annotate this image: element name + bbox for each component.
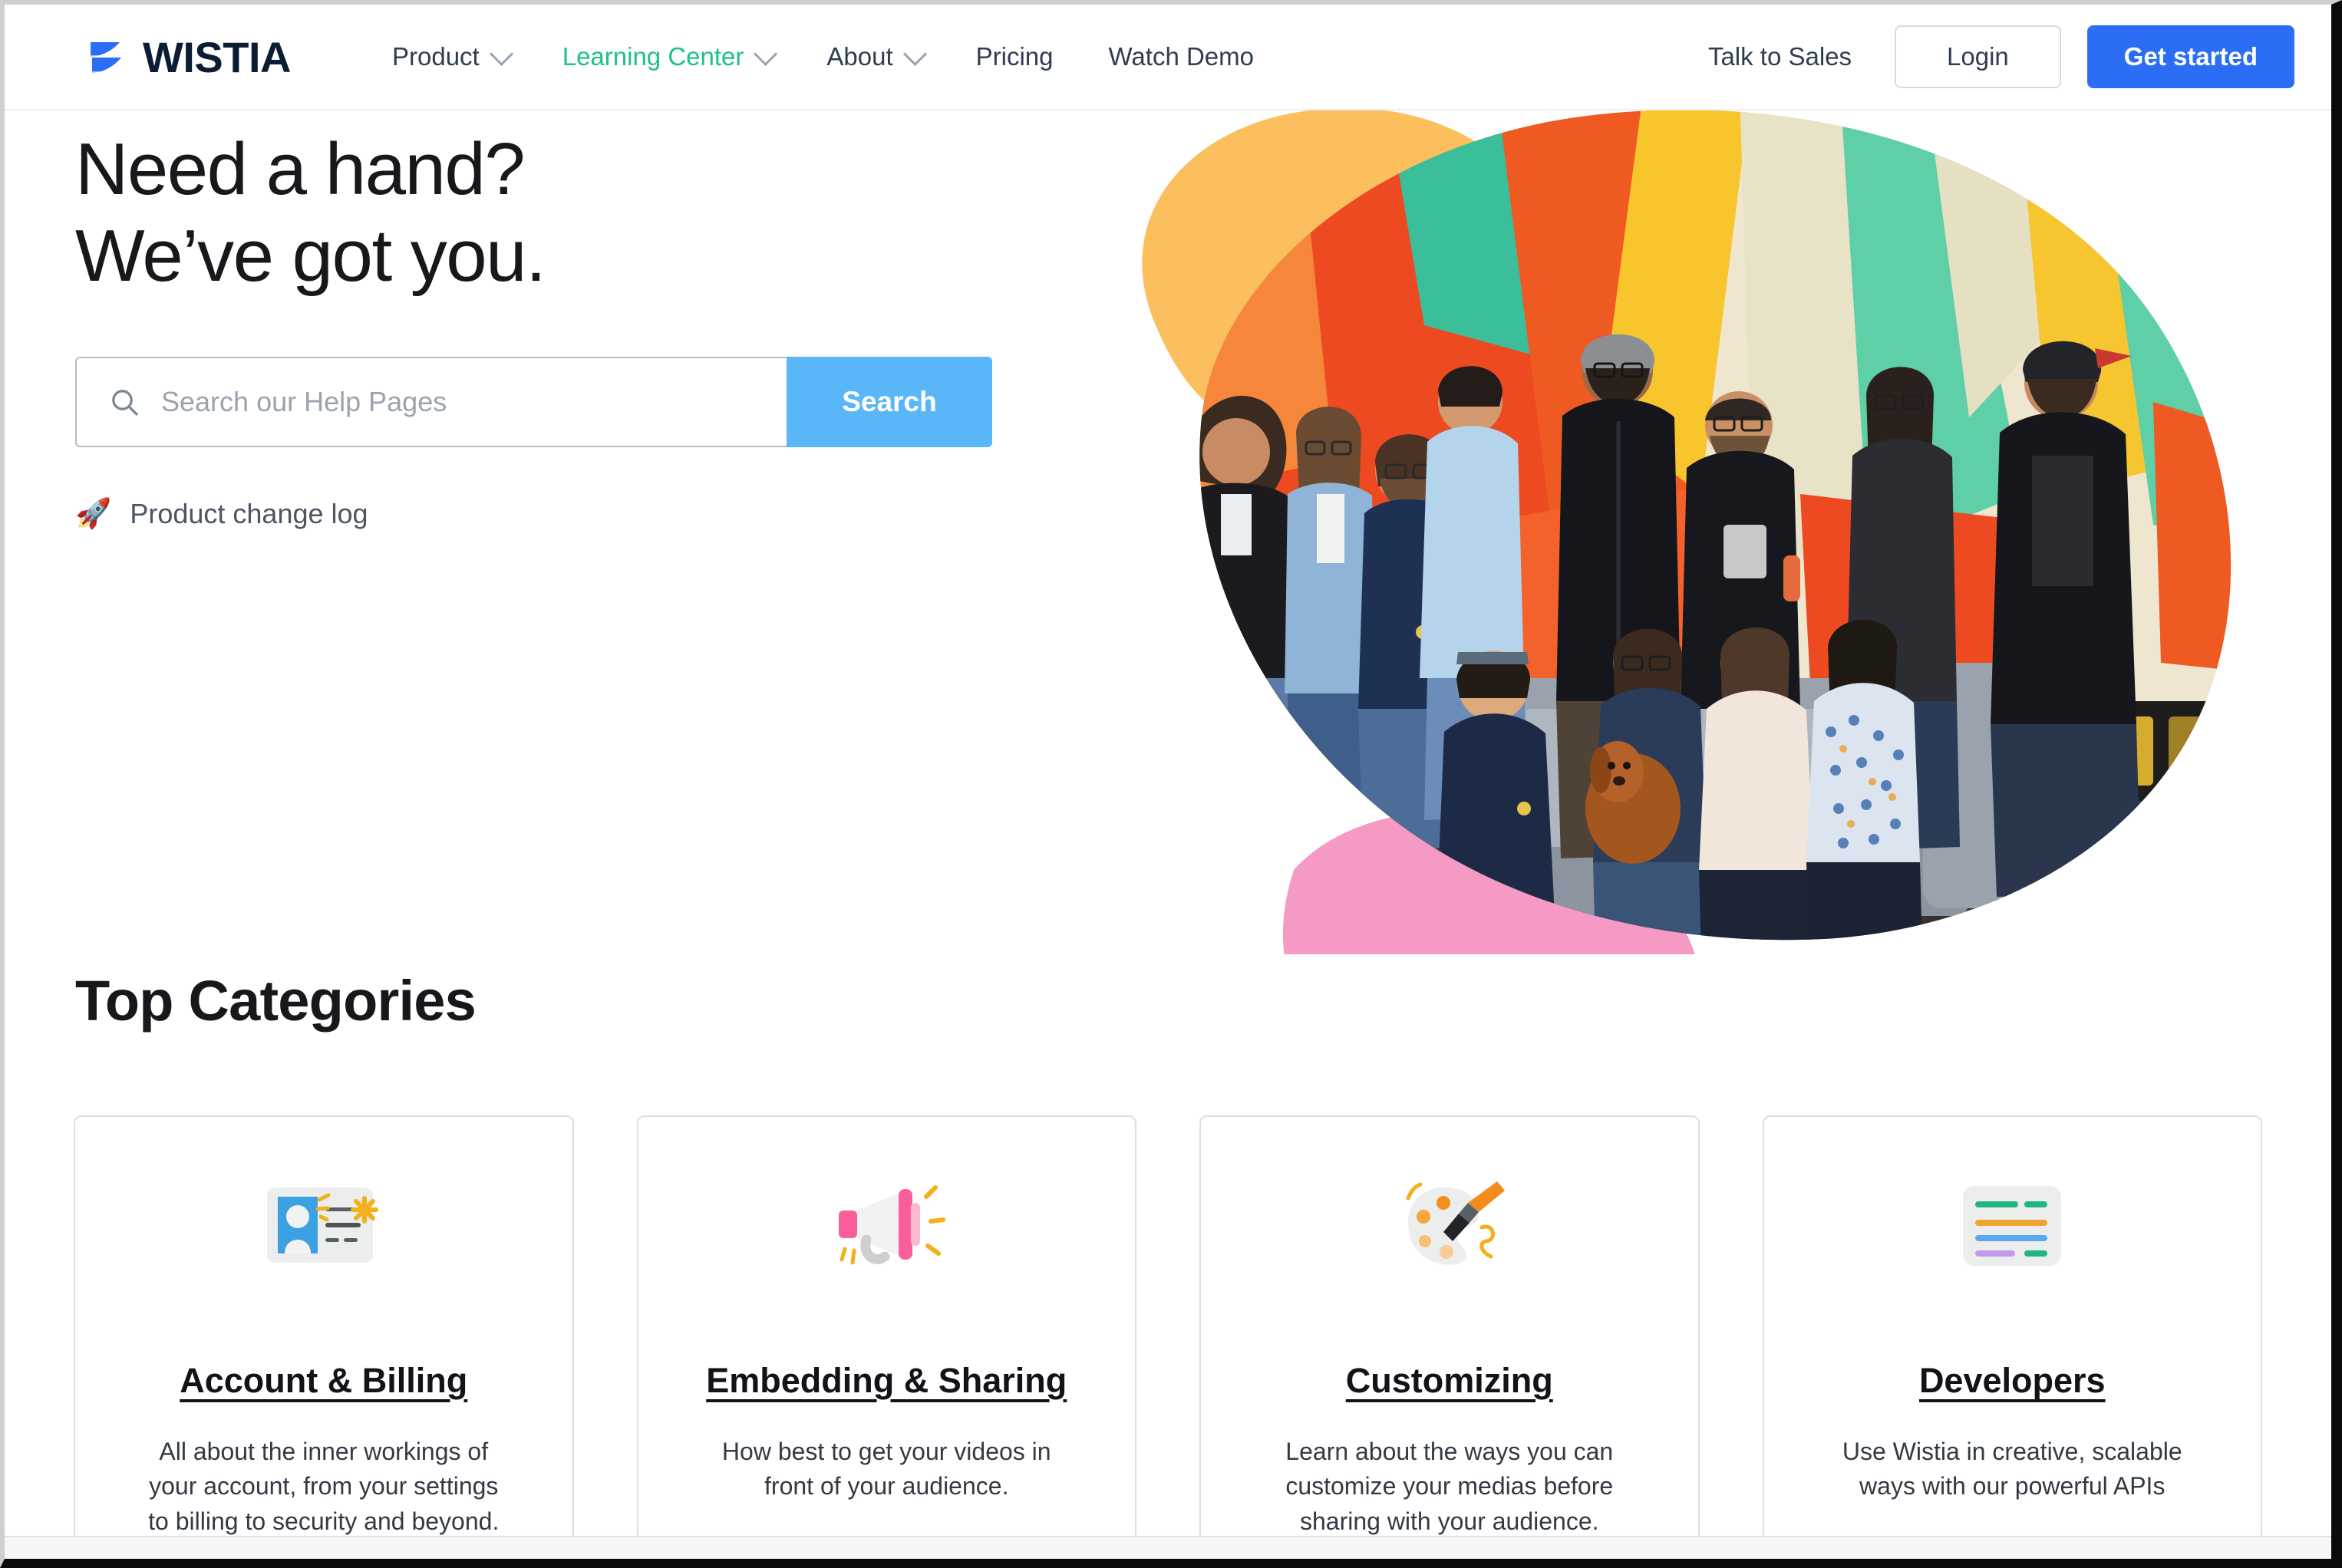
page-viewport: WISTIA Product Learning Center About Pri…: [5, 5, 2331, 1559]
category-card-description: Use Wistia in creative, scalable ways wi…: [1842, 1438, 2182, 1500]
help-search-form: Search: [75, 356, 992, 447]
nav-item-learning-center-label: Learning Center: [562, 42, 744, 71]
nav-item-product[interactable]: Product: [364, 41, 535, 71]
search-input[interactable]: [161, 385, 787, 418]
login-button[interactable]: Login: [1895, 25, 2061, 88]
nav-item-watch-demo[interactable]: Watch Demo: [1081, 42, 1282, 71]
code-lines-icon: [1963, 1186, 2062, 1266]
wistia-logo-text: WISTIA: [143, 32, 291, 81]
hero-section: Need a hand? We’ve got you. Search 🚀: [5, 107, 2331, 970]
search-icon: [112, 389, 138, 416]
product-change-log-label: Product change log: [130, 497, 368, 529]
category-card-description: How best to get your videos in front of …: [721, 1438, 1051, 1500]
hero-illustration: [1064, 95, 2307, 954]
chevron-down-icon: [754, 41, 778, 67]
hero-content: Need a hand? We’ve got you. Search 🚀: [75, 126, 1111, 530]
nav-item-pricing[interactable]: Pricing: [948, 42, 1081, 71]
nav-item-product-label: Product: [391, 42, 480, 71]
hero-title-line-1: Need a hand?: [75, 128, 526, 210]
hero-title-line-2: We’ve got you.: [75, 215, 546, 298]
top-categories-heading: Top Categories: [75, 969, 477, 1033]
top-categories-grid: Account & Billing All about the inner wo…: [74, 1115, 2262, 1545]
category-card-developers[interactable]: Developers Use Wistia in creative, scala…: [1762, 1115, 2262, 1545]
search-submit-button[interactable]: Search: [787, 356, 992, 447]
horizontal-scrollbar-thumb[interactable]: [8, 1542, 1926, 1556]
search-field-wrapper[interactable]: [75, 356, 787, 447]
category-card-embedding-sharing[interactable]: Embedding & Sharing How best to get your…: [636, 1115, 1136, 1545]
header-actions: Talk to Sales Login Get started: [1677, 25, 2294, 88]
nav-item-watch-demo-label: Watch Demo: [1108, 42, 1255, 71]
category-card-title[interactable]: Embedding & Sharing: [706, 1361, 1067, 1401]
category-card-title[interactable]: Account & Billing: [180, 1361, 467, 1401]
horizontal-scrollbar[interactable]: [5, 1536, 2331, 1559]
nav-item-about-label: About: [826, 42, 893, 71]
chevron-down-icon: [902, 41, 927, 67]
chevron-down-icon: [489, 41, 513, 67]
category-card-title[interactable]: Customizing: [1346, 1361, 1553, 1401]
talk-to-sales-link[interactable]: Talk to Sales: [1677, 42, 1882, 71]
category-card-description: All about the inner workings of your acc…: [148, 1438, 500, 1535]
category-card-account-billing[interactable]: Account & Billing All about the inner wo…: [74, 1115, 574, 1545]
megaphone-icon: [839, 1185, 946, 1265]
id-card-icon: [266, 1188, 378, 1263]
site-header: WISTIA Product Learning Center About Pri…: [5, 5, 2331, 110]
page-title: Need a hand? We’ve got you.: [75, 126, 1111, 300]
hero-team-photo-art: [1142, 107, 2231, 954]
category-card-customizing[interactable]: Customizing Learn about the ways you can…: [1199, 1115, 1700, 1545]
wistia-logo-mark-icon: [91, 42, 121, 73]
nav-item-learning-center[interactable]: Learning Center: [535, 41, 800, 71]
category-card-title[interactable]: Developers: [1919, 1361, 2106, 1401]
nav-item-about[interactable]: About: [799, 41, 948, 71]
wistia-logo[interactable]: WISTIA: [89, 32, 291, 82]
paint-palette-icon: [1406, 1181, 1505, 1265]
rocket-icon: 🚀: [75, 497, 112, 530]
nav-item-pricing-label: Pricing: [975, 42, 1054, 71]
product-change-log-link[interactable]: 🚀 Product change log: [75, 498, 1111, 530]
category-card-description: Learn about the ways you can customize y…: [1285, 1438, 1614, 1535]
main-navigation: Product Learning Center About Pricing Wa…: [364, 41, 1282, 71]
get-started-button[interactable]: Get started: [2086, 25, 2294, 88]
browser-window: WISTIA Product Learning Center About Pri…: [0, 0, 2342, 1568]
